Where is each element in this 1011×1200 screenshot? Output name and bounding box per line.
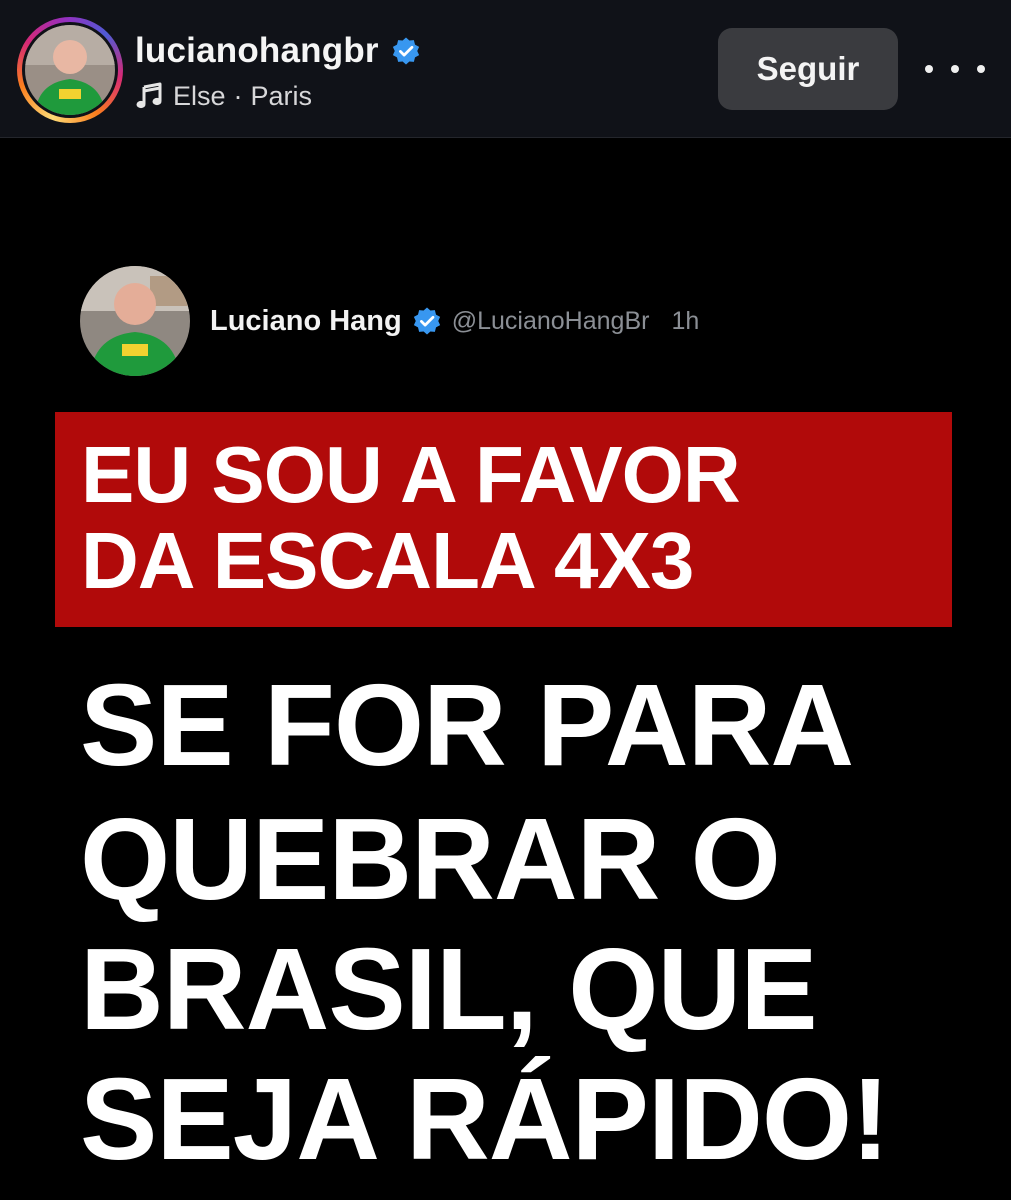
verified-badge-icon <box>392 37 419 65</box>
more-dot <box>925 65 933 73</box>
tweet-handle: @LucianoHangBr <box>451 306 650 335</box>
banner-line-1: EU SOU A FAVOR <box>81 430 741 519</box>
message-line-2: QUEBRAR O <box>80 794 781 924</box>
post-image[interactable]: Luciano Hang @LucianoHangBr 1h EU SOU A … <box>0 139 1011 1200</box>
story-ring[interactable] <box>17 17 123 123</box>
music-note-icon <box>136 82 162 109</box>
tweet-avatar <box>80 266 190 376</box>
post-header: lucianohangbr Else · Paris Seguir <box>0 0 1011 138</box>
red-banner: EU SOU A FAVOR DA ESCALA 4X3 <box>55 412 952 627</box>
tweet-verified-badge-icon <box>413 307 440 335</box>
music-separator: · <box>233 80 243 111</box>
avatar[interactable] <box>25 25 115 115</box>
music-track: Else <box>173 80 226 111</box>
music-row[interactable]: Else · Paris <box>135 76 312 116</box>
message-line-4: SEJA RÁPIDO! <box>80 1054 890 1184</box>
username-row: lucianohangbr <box>135 26 421 76</box>
music-artist: Paris <box>250 80 313 111</box>
follow-button[interactable]: Seguir <box>718 28 898 110</box>
username[interactable]: lucianohangbr <box>135 31 379 71</box>
more-dot <box>951 65 959 73</box>
tweet-display-name: Luciano Hang <box>210 304 402 337</box>
message-line-3: BRASIL, QUE <box>80 924 818 1054</box>
avatar-photo <box>25 25 115 115</box>
more-dot <box>977 65 985 73</box>
banner-line-2: DA ESCALA 4X3 <box>81 516 694 605</box>
tweet-name-row: Luciano Hang @LucianoHangBr 1h <box>210 298 699 344</box>
more-options-icon[interactable] <box>925 52 985 86</box>
tweet-time: 1h <box>671 306 700 335</box>
tweet-avatar-photo <box>80 266 190 376</box>
message-line-1: SE FOR PARA <box>80 660 854 790</box>
tweet-header: Luciano Hang @LucianoHangBr 1h <box>80 266 940 376</box>
